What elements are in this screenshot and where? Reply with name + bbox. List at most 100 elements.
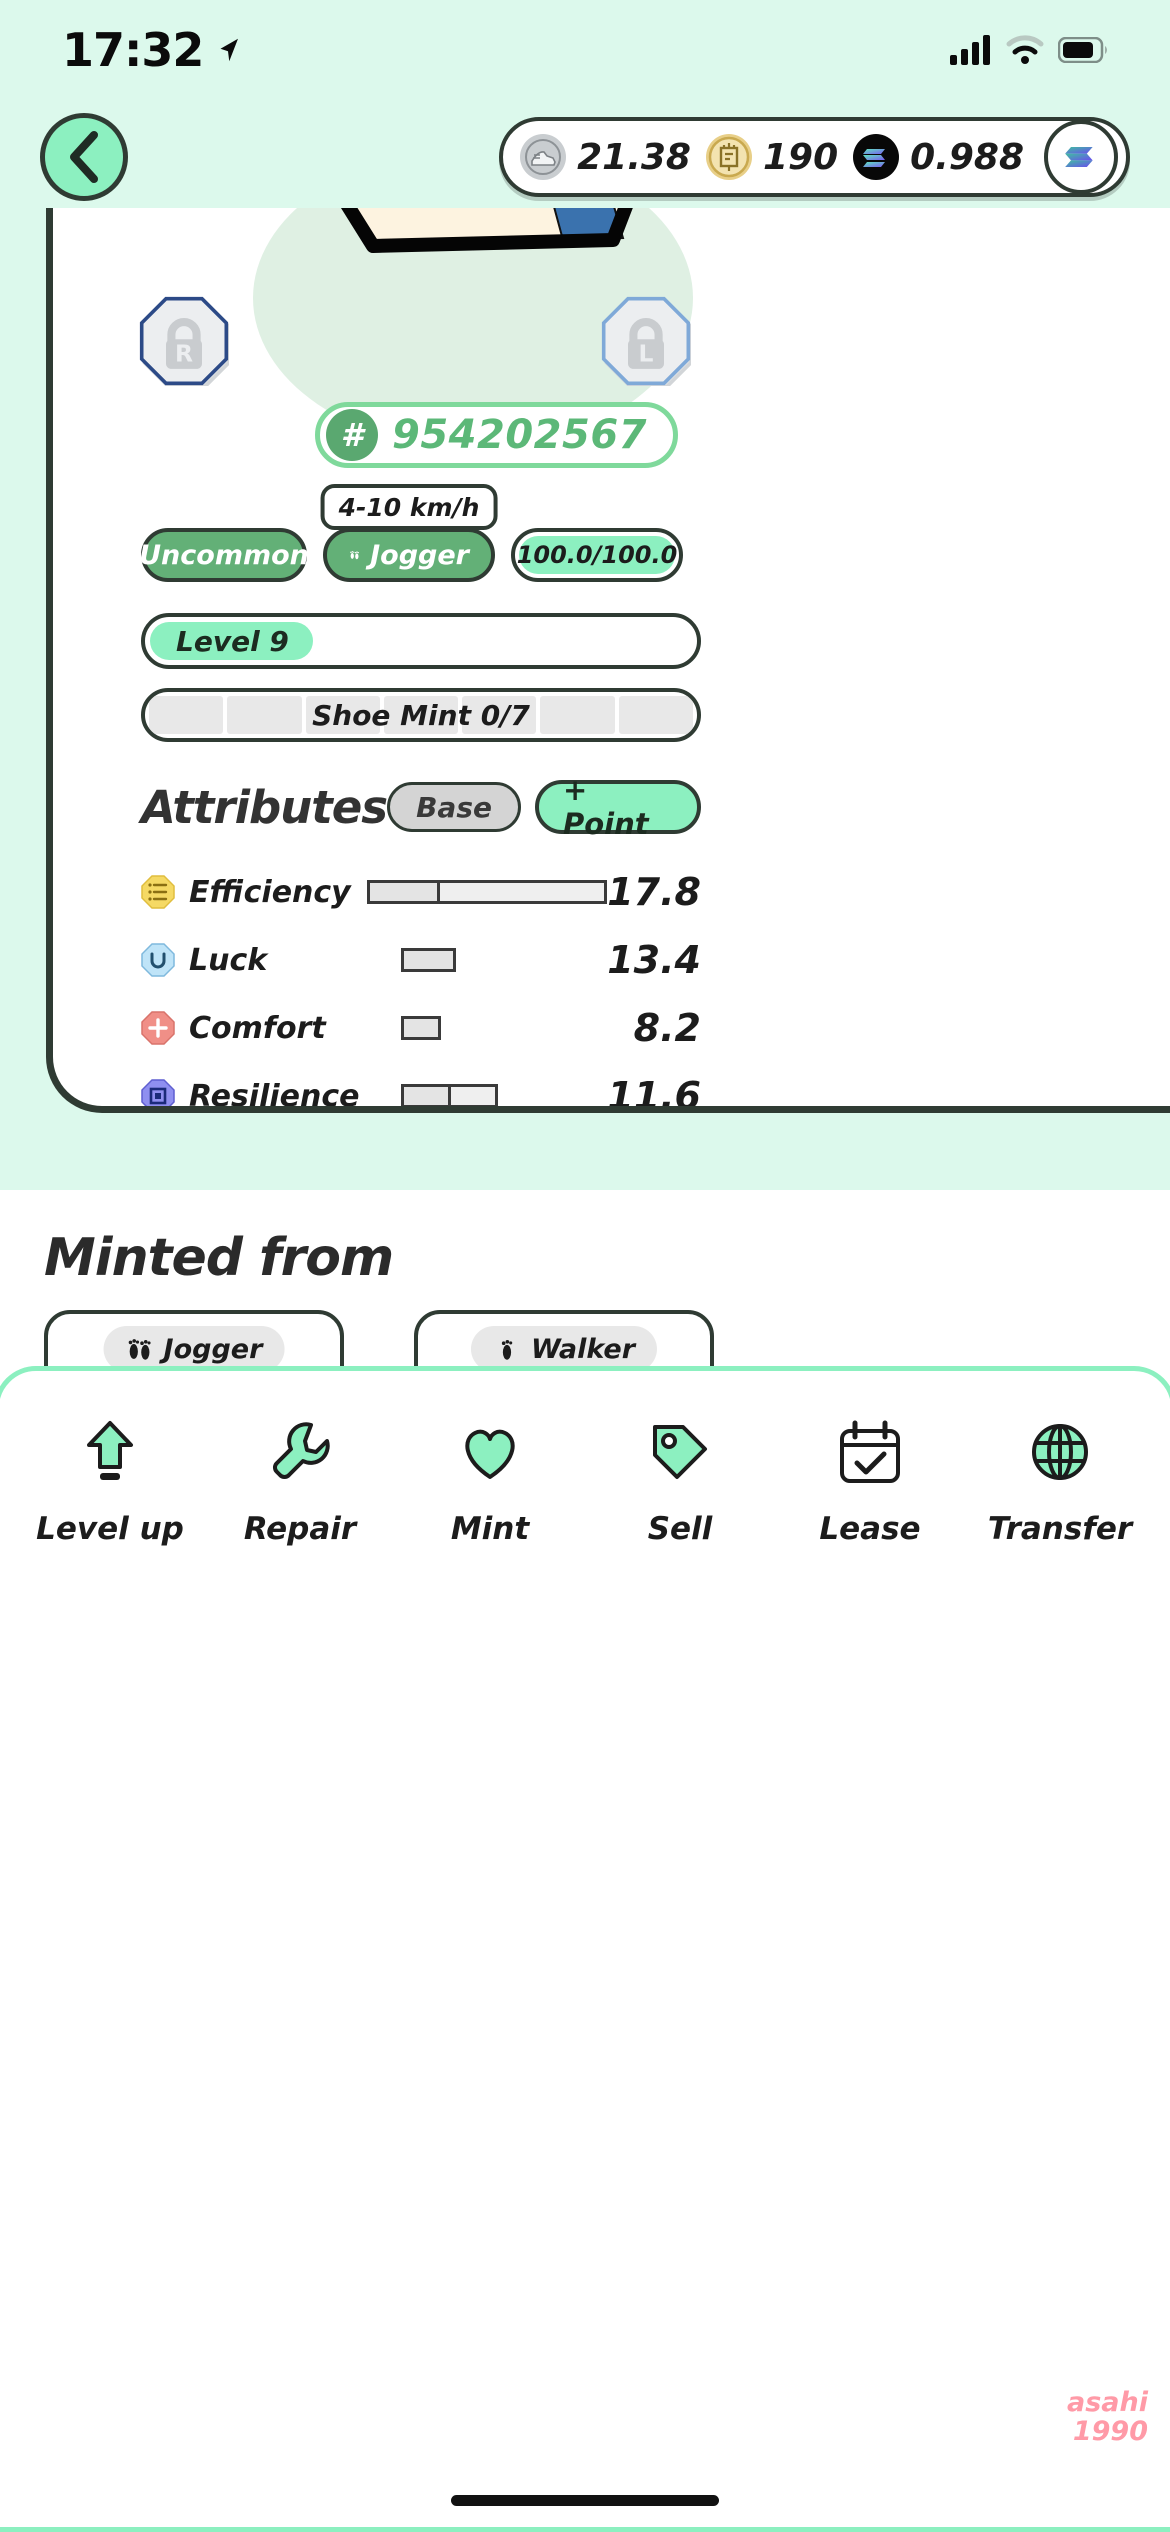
- sneaker-detail-card: R L # 954202567 Uncommon 4-10 km/h Jogge…: [46, 208, 1170, 1113]
- status-time-group: 17:32: [62, 23, 243, 77]
- resilience-icon: [141, 1079, 175, 1106]
- minted-from-title: Minted from: [44, 1228, 394, 1288]
- luck-icon: [141, 943, 175, 977]
- add-point-button[interactable]: + Point: [534, 773, 701, 841]
- status-bar: 17:32: [0, 0, 1170, 100]
- sneaker-id-value: 954202567: [392, 412, 647, 458]
- type-badge[interactable]: 4-10 km/h Jogger: [320, 484, 498, 582]
- comfort-icon: [141, 1011, 175, 1045]
- solana-coin-icon: [853, 134, 900, 180]
- attribute-value: 8.2: [633, 1006, 701, 1050]
- action-lease[interactable]: Lease: [787, 1415, 953, 1547]
- heart-icon: [465, 1429, 515, 1479]
- attribute-name: Comfort: [189, 1010, 326, 1046]
- attribute-bar-fill: [370, 883, 441, 901]
- shoe-mint-label: Shoe Mint 0/7: [312, 698, 530, 732]
- battery-icon: [1058, 37, 1107, 63]
- low-poly-sneaker-image: [340, 208, 633, 253]
- action-label: Mint: [450, 1511, 530, 1547]
- hash-icon: #: [326, 409, 378, 461]
- currency-sneaker-value: 21.38: [577, 136, 691, 178]
- action-label: Transfer: [987, 1511, 1133, 1547]
- gst-coin-icon: [705, 134, 752, 180]
- attribute-bar-fill: [404, 1087, 452, 1105]
- top-navigation: 21.38 190 0.988: [0, 112, 1170, 202]
- status-time: 17:32: [62, 23, 204, 77]
- location-arrow-icon: [220, 38, 239, 62]
- footprint-icon: [501, 1339, 513, 1360]
- currency-sneaker[interactable]: 21.38: [519, 133, 691, 181]
- svg-text:L: L: [639, 340, 654, 368]
- chain-selector-button[interactable]: [1044, 120, 1118, 194]
- svg-text:R: R: [175, 340, 193, 368]
- solana-logo-icon: [1065, 147, 1093, 167]
- watermark-line2: 1990: [1072, 2415, 1148, 2447]
- base-toggle-button[interactable]: Base: [387, 782, 521, 832]
- durability-badge[interactable]: 100.0/100.0: [511, 528, 683, 582]
- attribute-bar-fill: [404, 951, 453, 969]
- watermark-line1: asahi: [1067, 2387, 1148, 2419]
- attribute-value: 13.4: [607, 938, 701, 982]
- currency-gst[interactable]: 190: [705, 133, 838, 181]
- efficiency-icon: [141, 875, 175, 909]
- wrench-icon: [273, 1422, 330, 1479]
- attribute-row-resilience[interactable]: Resilience 11.6: [141, 1062, 701, 1113]
- rarity-badge[interactable]: Uncommon: [139, 528, 309, 582]
- attributes-title: Attributes: [141, 780, 388, 834]
- attribute-bar: [401, 1084, 498, 1106]
- wallet-bar[interactable]: 21.38 190 0.988: [499, 117, 1130, 197]
- speed-range-tooltip: 4-10 km/h: [320, 484, 498, 530]
- action-label: Lease: [819, 1511, 921, 1547]
- action-toolbar: Level up Repair Mint Sell Lease Transfer: [0, 1366, 1170, 2532]
- attribute-value: 11.6: [607, 1074, 701, 1113]
- attribute-bar-fill: [404, 1019, 438, 1037]
- attribute-name: Efficiency: [189, 874, 351, 910]
- chevron-left-icon: [70, 131, 98, 183]
- action-label: Repair: [243, 1511, 357, 1547]
- minted-chip-label: Walker: [530, 1333, 636, 1365]
- action-transfer[interactable]: Transfer: [977, 1415, 1143, 1547]
- currency-gst-value: 190: [762, 136, 839, 178]
- action-level-up[interactable]: Level up: [27, 1415, 193, 1547]
- attribute-bar: [401, 948, 456, 972]
- watermark: asahi 1990: [1067, 2387, 1148, 2447]
- attribute-name: Resilience: [189, 1078, 360, 1113]
- socket-right-lock-icon[interactable]: L: [601, 296, 691, 386]
- action-repair[interactable]: Repair: [217, 1415, 383, 1547]
- socket-left-lock-icon[interactable]: R: [139, 296, 229, 386]
- attribute-value: 17.8: [607, 870, 701, 914]
- action-mint[interactable]: Mint: [407, 1415, 573, 1547]
- wifi-icon: [1006, 35, 1044, 64]
- attribute-row-luck[interactable]: Luck 13.4: [141, 926, 701, 994]
- home-indicator[interactable]: [451, 2495, 719, 2506]
- action-label: Sell: [647, 1511, 713, 1547]
- shoe-mint-bar[interactable]: Shoe Mint 0/7: [141, 688, 701, 742]
- status-indicators: [950, 35, 1108, 65]
- action-label: Level up: [36, 1511, 184, 1547]
- tag-icon: [653, 1425, 707, 1479]
- attributes-list: Efficiency 17.8 Luck 13.4 Comfort 8.2 Re…: [141, 858, 701, 1113]
- footprints-icon: [128, 1339, 151, 1360]
- attribute-bar: [401, 1016, 441, 1040]
- calendar-check-icon: [840, 1420, 900, 1483]
- attribute-bar: [367, 880, 608, 904]
- level-progress-bar[interactable]: Level 9: [141, 613, 701, 669]
- type-label: Jogger: [370, 539, 469, 571]
- sneaker-id-badge[interactable]: # 954202567: [315, 402, 678, 468]
- attribute-row-comfort[interactable]: Comfort 8.2: [141, 994, 701, 1062]
- footprints-icon: [350, 551, 359, 560]
- currency-solana[interactable]: 0.988: [852, 133, 1024, 181]
- currency-solana-value: 0.988: [910, 136, 1024, 178]
- rarity-row: Uncommon 4-10 km/h Jogger 100.0/100.0: [139, 484, 701, 582]
- minted-chip-label: Jogger: [163, 1333, 263, 1365]
- level-label: Level 9: [176, 624, 289, 658]
- attribute-row-efficiency[interactable]: Efficiency 17.8: [141, 858, 701, 926]
- app-screen: 17:32 21.38 190 0.988 R L # 954202567 Un…: [0, 0, 1170, 2532]
- action-sell[interactable]: Sell: [597, 1415, 763, 1547]
- attributes-header: Attributes Base + Point: [141, 773, 701, 841]
- level-up-icon: [87, 1421, 133, 1480]
- cellular-signal-icon: [950, 35, 990, 65]
- sneaker-token-icon: [520, 134, 567, 180]
- globe-transfer-icon: [1032, 1424, 1088, 1480]
- back-button[interactable]: [40, 113, 128, 201]
